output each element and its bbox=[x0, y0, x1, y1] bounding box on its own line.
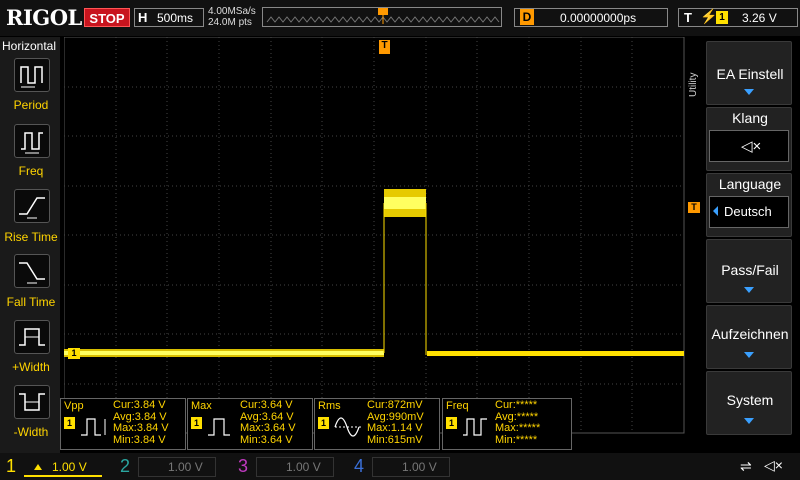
panel-title: Horizontal bbox=[2, 39, 57, 53]
measurement-name: Max bbox=[191, 400, 212, 412]
ch4-number[interactable]: 4 bbox=[354, 456, 364, 477]
fall-time-button[interactable] bbox=[14, 254, 50, 288]
chevron-left-icon bbox=[713, 206, 718, 216]
freq-icon bbox=[21, 132, 43, 154]
language-label: Language bbox=[718, 176, 782, 192]
measurement-rms[interactable]: Rms 1 Cur:872mV Avg:990mV Max:1.14 V Min… bbox=[314, 398, 440, 450]
rms-sine-icon bbox=[334, 417, 363, 437]
measurement-name: Vpp bbox=[64, 400, 84, 412]
ch3-scale: 1.00 V bbox=[286, 460, 321, 474]
pos-width-icon bbox=[19, 328, 45, 346]
trigger-level: 3.26 V bbox=[742, 11, 777, 25]
measurement-source-badge: 1 bbox=[446, 417, 457, 429]
brand-logo: RIGOL bbox=[6, 5, 82, 30]
min-value: Min:***** bbox=[495, 433, 538, 446]
rise-time-label: Rise Time bbox=[4, 230, 58, 244]
acquisition-info: 4.00MSa/s 24.0M pts bbox=[208, 6, 256, 28]
fall-time-label: Fall Time bbox=[6, 295, 56, 309]
speaker-mute-icon: ◁× bbox=[764, 457, 783, 473]
max-value: Max:1.14 V bbox=[367, 422, 423, 434]
pos-width-label: +Width bbox=[12, 360, 50, 374]
measurement-source-badge: 1 bbox=[318, 417, 329, 429]
sound-button[interactable]: Klang ◁× bbox=[706, 107, 792, 171]
ch1-scale: 1.00 V bbox=[52, 460, 87, 474]
period-icon bbox=[20, 66, 43, 88]
delay-value: 0.00000000ps bbox=[560, 11, 637, 25]
chevron-down-icon bbox=[744, 418, 754, 424]
system-label: System bbox=[726, 392, 774, 408]
max-icon bbox=[208, 418, 230, 436]
period-button[interactable] bbox=[14, 58, 50, 92]
measurement-source-badge: 1 bbox=[191, 417, 202, 429]
pos-width-button[interactable] bbox=[14, 320, 50, 354]
ch4-scale: 1.00 V bbox=[402, 460, 437, 474]
chevron-down-icon bbox=[744, 287, 754, 293]
pass-fail-button[interactable]: Pass/Fail bbox=[706, 239, 792, 303]
pass-fail-label: Pass/Fail bbox=[721, 262, 779, 278]
cur-value: Cur:3.64 V bbox=[240, 399, 293, 411]
measurement-source-badge: 1 bbox=[64, 417, 75, 429]
speaker-mute-icon: ◁× bbox=[741, 138, 762, 155]
delay-label: D bbox=[520, 9, 534, 25]
freq-button[interactable] bbox=[14, 124, 50, 158]
ch2-scale: 1.00 V bbox=[168, 460, 203, 474]
chevron-down-icon bbox=[744, 352, 754, 358]
ch1-offset-marker[interactable]: 1 bbox=[68, 348, 80, 359]
fall-time-icon bbox=[19, 262, 45, 284]
ch1-number[interactable]: 1 bbox=[6, 456, 16, 477]
neg-width-button[interactable] bbox=[14, 385, 50, 419]
timebase-value: 500ms bbox=[157, 11, 194, 25]
neg-width-label: -Width bbox=[13, 425, 49, 439]
io-setting-button[interactable]: EA Einstell bbox=[706, 41, 792, 105]
trigger-level-marker[interactable]: T bbox=[688, 202, 700, 213]
min-value: Min:615mV bbox=[367, 433, 423, 446]
freq-icon bbox=[463, 418, 487, 436]
vpp-icon bbox=[81, 418, 106, 436]
ch1-coupling-icon bbox=[34, 464, 42, 470]
ch2-number[interactable]: 2 bbox=[120, 456, 130, 477]
rise-time-icon bbox=[19, 197, 45, 219]
language-button[interactable]: Language Deutsch bbox=[706, 173, 792, 237]
period-label: Period bbox=[13, 98, 49, 112]
trigger-label: T bbox=[684, 10, 692, 25]
max-value: Max:***** bbox=[495, 422, 541, 434]
run-stop-status[interactable]: STOP bbox=[84, 8, 130, 27]
measurement-name: Rms bbox=[318, 400, 341, 412]
max-value: Max:3.64 V bbox=[240, 422, 296, 434]
record-button[interactable]: Aufzeichnen bbox=[706, 305, 792, 369]
min-value: Min:3.84 V bbox=[113, 433, 166, 446]
cur-value: Cur:3.84 V bbox=[113, 399, 166, 411]
neg-width-icon bbox=[19, 393, 45, 411]
timebase-label: H bbox=[138, 10, 148, 25]
waveform-display[interactable] bbox=[63, 36, 700, 434]
sound-label: Klang bbox=[732, 110, 768, 126]
trigger-position-marker[interactable]: T bbox=[379, 40, 390, 54]
cur-value: Cur:***** bbox=[495, 399, 538, 411]
cur-value: Cur:872mV bbox=[367, 399, 423, 411]
measurement-max[interactable]: Max 1 Cur:3.64 V Avg:3.64 V Max:3.64 V M… bbox=[187, 398, 313, 450]
io-setting-label: EA Einstell bbox=[716, 66, 784, 82]
ch3-number[interactable]: 3 bbox=[238, 456, 248, 477]
memory-depth: 24.0M pts bbox=[208, 17, 252, 28]
menu-tab-utility: Utility bbox=[688, 72, 699, 97]
measurement-name: Freq bbox=[446, 400, 469, 412]
max-value: Max:3.84 V bbox=[113, 422, 169, 434]
freq-label: Freq bbox=[18, 164, 44, 178]
trigger-edge-icon: ⚡ bbox=[700, 8, 718, 24]
sample-rate: 4.00MSa/s bbox=[208, 6, 256, 17]
memory-overview-strip[interactable] bbox=[262, 7, 502, 27]
measurement-freq[interactable]: Freq 1 Cur:***** Avg:***** Max:***** Min… bbox=[442, 398, 572, 450]
rise-time-button[interactable] bbox=[14, 189, 50, 223]
min-value: Min:3.64 V bbox=[240, 433, 293, 446]
trigger-box[interactable] bbox=[678, 8, 798, 27]
language-value: Deutsch bbox=[724, 204, 772, 219]
trigger-source-badge: 1 bbox=[716, 11, 728, 24]
measurement-vpp[interactable]: Vpp 1 Cur:3.84 V Avg:3.84 V Max:3.84 V M… bbox=[60, 398, 186, 450]
system-button[interactable]: System bbox=[706, 371, 792, 435]
chevron-down-icon bbox=[744, 89, 754, 95]
record-label: Aufzeichnen bbox=[711, 326, 789, 342]
usb-icon: ⇌ bbox=[740, 458, 752, 474]
